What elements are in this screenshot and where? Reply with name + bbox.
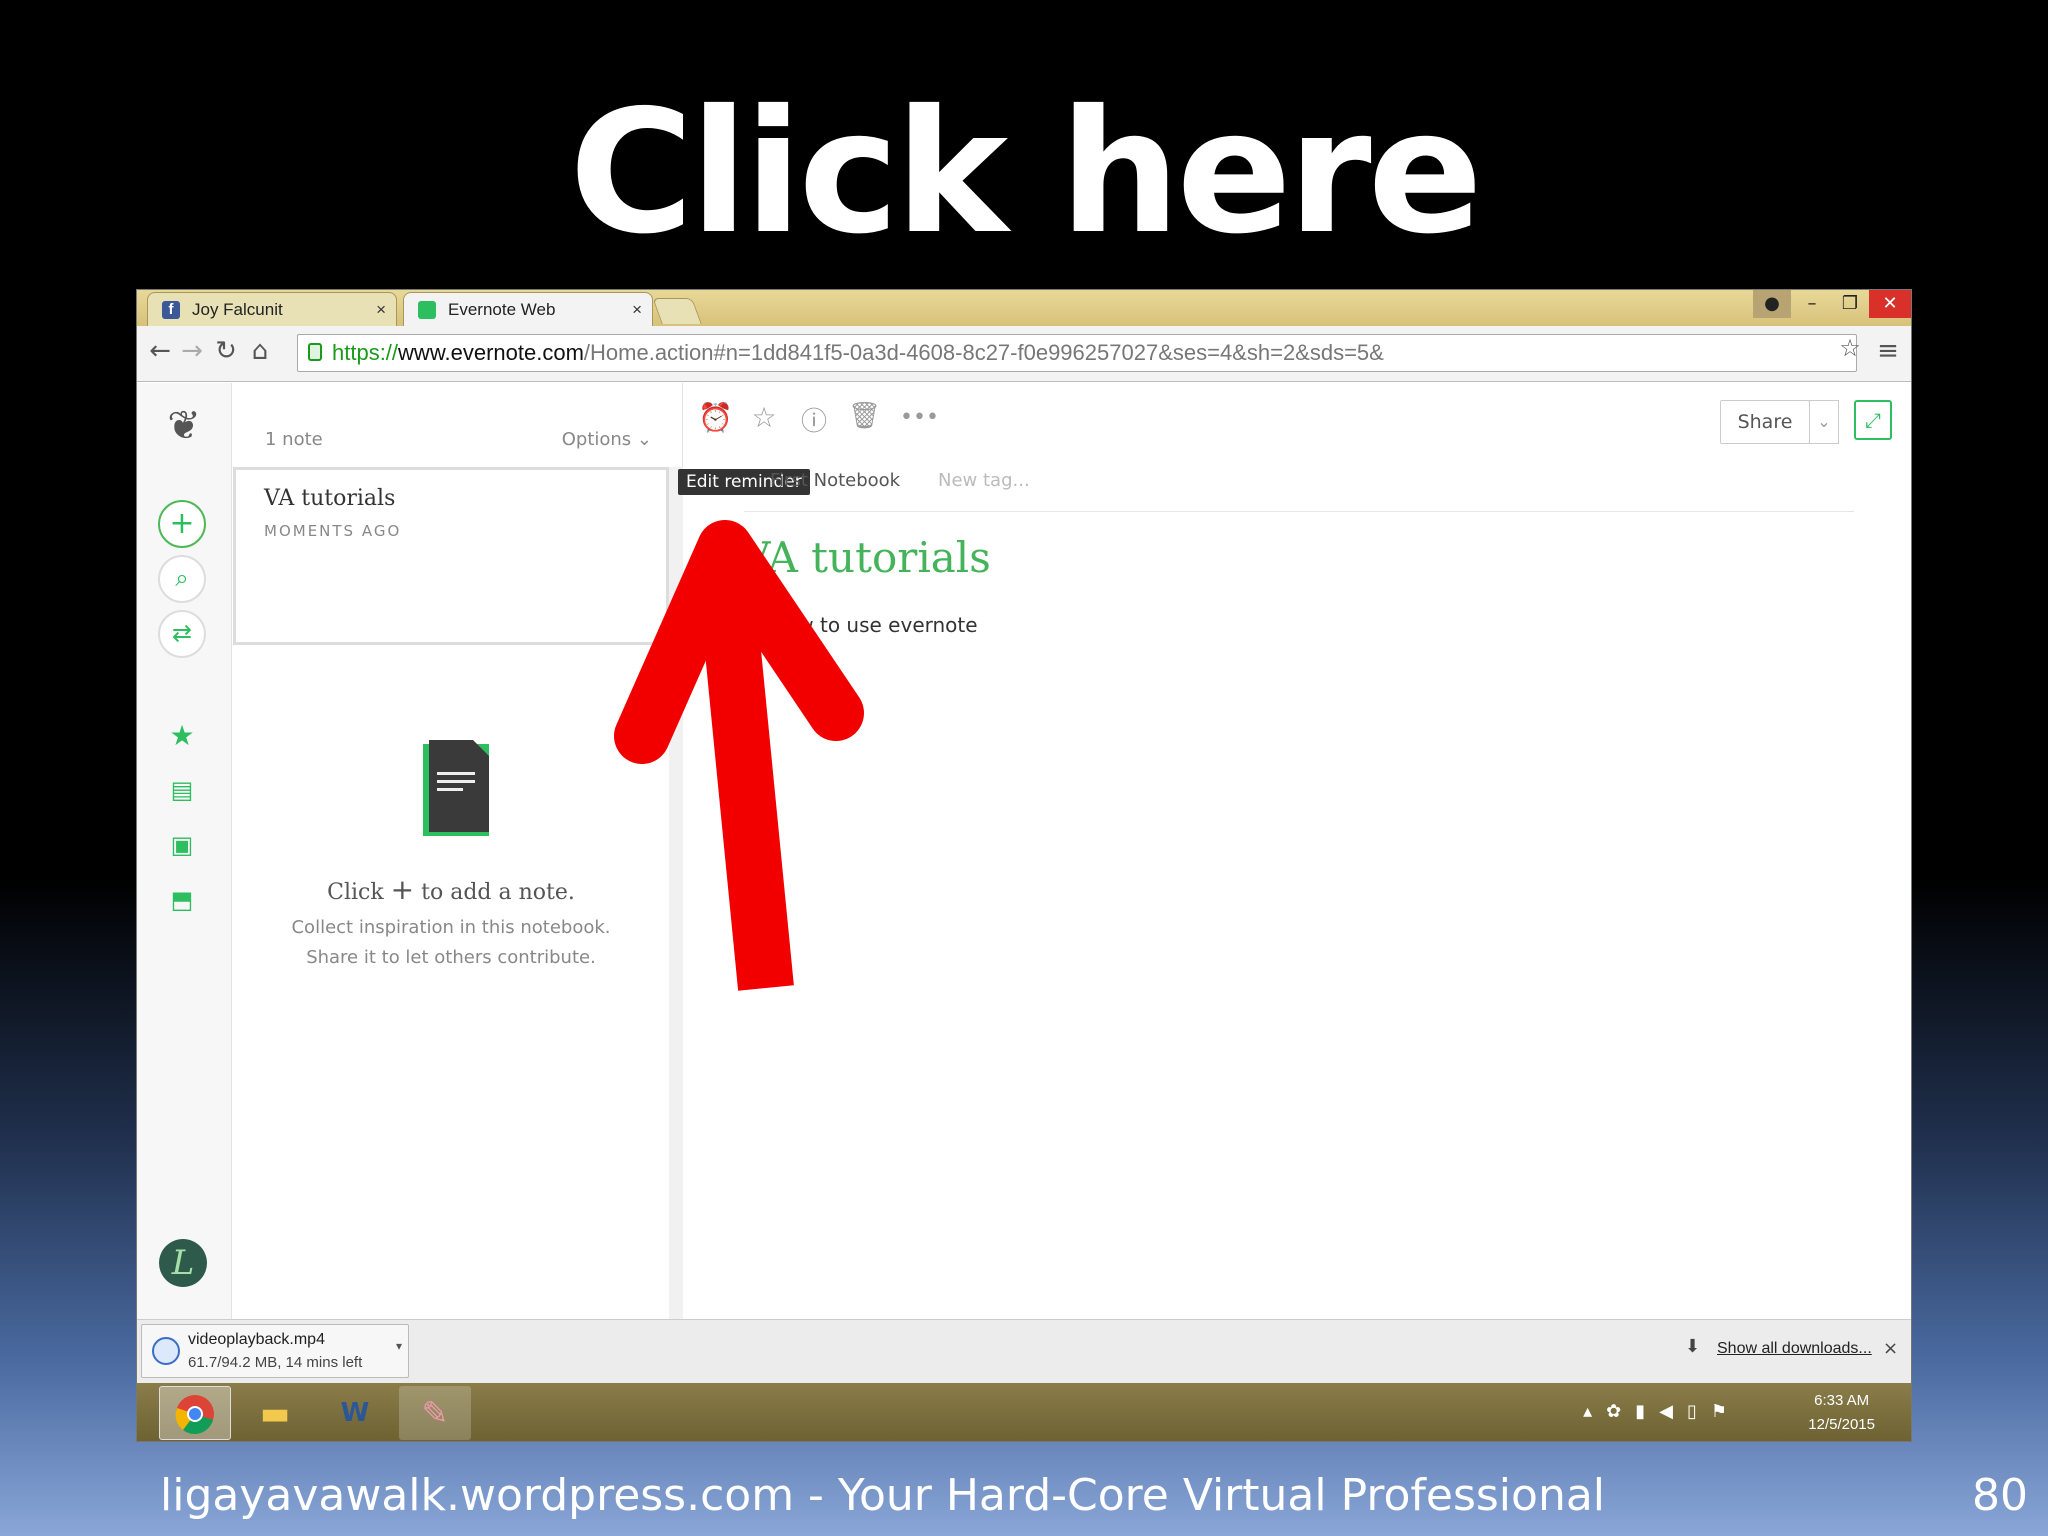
browser-toolbar: ← → ↻ ⌂ https://www.evernote.com/Home.ac… — [137, 326, 1911, 382]
download-filename: videoplayback.mp4 — [188, 1331, 325, 1348]
paint-icon[interactable]: ✎ — [399, 1386, 471, 1440]
reload-icon[interactable]: ↻ — [211, 336, 241, 366]
word-icon[interactable]: W — [319, 1386, 391, 1440]
plus-icon: + — [390, 873, 415, 906]
note-body[interactable]: How to use evernote — [770, 613, 978, 637]
close-window-button[interactable]: ✕ — [1869, 290, 1911, 318]
expand-icon[interactable]: ⤢ — [1854, 400, 1892, 440]
note-card-time: MOMENTS AGO — [264, 522, 402, 540]
close-tab-icon[interactable]: × — [632, 293, 642, 327]
share-dropdown-chevron-icon[interactable]: ⌄ — [1809, 400, 1839, 444]
shortcuts-star-icon[interactable]: ★ — [167, 721, 197, 751]
download-item[interactable]: videoplayback.mp4 61.7/94.2 MB, 14 mins … — [141, 1324, 409, 1378]
empty-add-text: to add a note. — [421, 880, 575, 905]
lock-icon — [308, 343, 322, 361]
download-arrow-icon: ⬇ — [1685, 1336, 1701, 1357]
slide-title: Click here — [569, 74, 1483, 272]
video-file-icon — [152, 1337, 180, 1365]
download-progress: 61.7/94.2 MB, 14 mins left — [188, 1354, 363, 1371]
tab-evernote[interactable]: Evernote Web × — [403, 292, 653, 326]
trash-icon[interactable]: 🗑 — [848, 401, 881, 431]
restore-button[interactable]: ❐ — [1831, 290, 1869, 318]
notes-icon[interactable]: ▤ — [167, 775, 197, 805]
notebooks-icon[interactable]: ▣ — [167, 830, 197, 860]
note-card[interactable]: VA tutorials MOMENTS AGO — [233, 467, 669, 645]
slide-footer: ligayavawalk.wordpress.com - Your Hard-C… — [160, 1470, 1606, 1521]
avatar[interactable]: L — [159, 1239, 207, 1287]
clock-time: 6:33 AM — [1814, 1392, 1870, 1409]
note-editor: ⏰ Edit reminder ☆ ⓘ 🗑 ••• Share ⌄ ⤢ Firs… — [678, 383, 1911, 1319]
back-icon[interactable]: ← — [145, 336, 175, 366]
download-menu-chevron-icon[interactable]: ▾ — [396, 1339, 402, 1353]
note-list-panel: 1 note Options ⌄ VA tutorials MOMENTS AG… — [233, 383, 683, 1319]
tab-bar: f Joy Falcunit × Evernote Web × ● – ❐ ✕ — [137, 290, 1911, 326]
url-domain: www.evernote.com — [398, 340, 584, 365]
address-bar[interactable]: https://www.evernote.com/Home.action#n=1… — [297, 334, 1857, 372]
empty-line-2: Share it to let others contribute. — [306, 947, 596, 968]
home-icon[interactable]: ⌂ — [245, 336, 275, 366]
note-count: 1 note — [265, 429, 323, 450]
user-icon[interactable]: ● — [1753, 290, 1791, 318]
chevron-down-icon: ⌄ — [631, 429, 652, 450]
browser-screenshot: f Joy Falcunit × Evernote Web × ● – ❐ ✕ … — [136, 289, 1912, 1442]
tags-icon[interactable]: ⬒ — [167, 885, 197, 915]
divider — [744, 511, 1854, 512]
tab-label: Joy Falcunit — [192, 300, 283, 319]
evernote-logo-icon[interactable]: ❦ — [161, 403, 207, 449]
notebook-selector[interactable]: First Notebook — [770, 470, 900, 491]
empty-line-1: Collect inspiration in this notebook. — [291, 917, 611, 938]
windows-taskbar: ▬ W ✎ ▴✿▮◀▯⚑ 6:33 AM 12/5/2015 — [137, 1383, 1911, 1441]
forward-icon[interactable]: → — [177, 336, 207, 366]
file-explorer-icon[interactable]: ▬ — [239, 1386, 311, 1440]
url-path: /Home.action#n=1dd841f5-0a3d-4608-8c27-f… — [583, 340, 1384, 365]
work-chat-button[interactable]: ⇄ — [158, 610, 206, 658]
more-options-icon[interactable]: ••• — [900, 405, 939, 430]
info-icon[interactable]: ⓘ — [798, 401, 830, 438]
new-tag-input[interactable]: New tag... — [938, 470, 1030, 491]
download-bar: videoplayback.mp4 61.7/94.2 MB, 14 mins … — [137, 1319, 1911, 1383]
scrollbar[interactable] — [669, 467, 683, 1319]
tab-label: Evernote Web — [448, 300, 556, 319]
options-label: Options — [561, 429, 632, 450]
chrome-icon[interactable] — [159, 1386, 231, 1440]
bookmark-star-icon[interactable]: ☆ — [1835, 334, 1865, 362]
new-note-button[interactable]: + — [158, 500, 206, 548]
facebook-icon: f — [162, 301, 180, 319]
favorite-star-icon[interactable]: ☆ — [748, 401, 780, 434]
minimize-button[interactable]: – — [1793, 290, 1831, 318]
system-tray-icons[interactable]: ▴✿▮◀▯⚑ — [1583, 1401, 1741, 1422]
close-download-bar-icon[interactable]: × — [1883, 1338, 1898, 1359]
show-all-downloads-link[interactable]: Show all downloads... — [1717, 1340, 1872, 1358]
clock-date: 12/5/2015 — [1808, 1416, 1875, 1433]
empty-state-title: Click + to add a note. — [233, 873, 669, 906]
taskbar-clock[interactable]: 6:33 AM 12/5/2015 — [1808, 1389, 1875, 1437]
tab-facebook[interactable]: f Joy Falcunit × — [147, 292, 397, 326]
url-scheme: https:// — [332, 340, 399, 365]
new-tab-button[interactable] — [652, 298, 702, 324]
menu-icon[interactable]: ≡ — [1873, 336, 1903, 366]
search-button[interactable]: ⌕ — [158, 555, 206, 603]
evernote-sidebar: ❦ + ⌕ ⇄ ★ ▤ ▣ ⬒ L — [137, 383, 232, 1319]
note-card-title: VA tutorials — [264, 486, 396, 511]
close-tab-icon[interactable]: × — [376, 293, 386, 327]
note-title[interactable]: VA tutorials — [740, 533, 991, 582]
empty-click-text: Click — [327, 880, 384, 905]
evernote-icon — [418, 301, 436, 319]
document-icon — [423, 740, 489, 836]
share-button[interactable]: Share — [1720, 400, 1810, 444]
page-number: 80 — [1972, 1470, 2028, 1521]
options-dropdown[interactable]: Options ⌄ — [562, 429, 652, 450]
reminder-alarm-icon[interactable]: ⏰ Edit reminder — [678, 401, 810, 495]
